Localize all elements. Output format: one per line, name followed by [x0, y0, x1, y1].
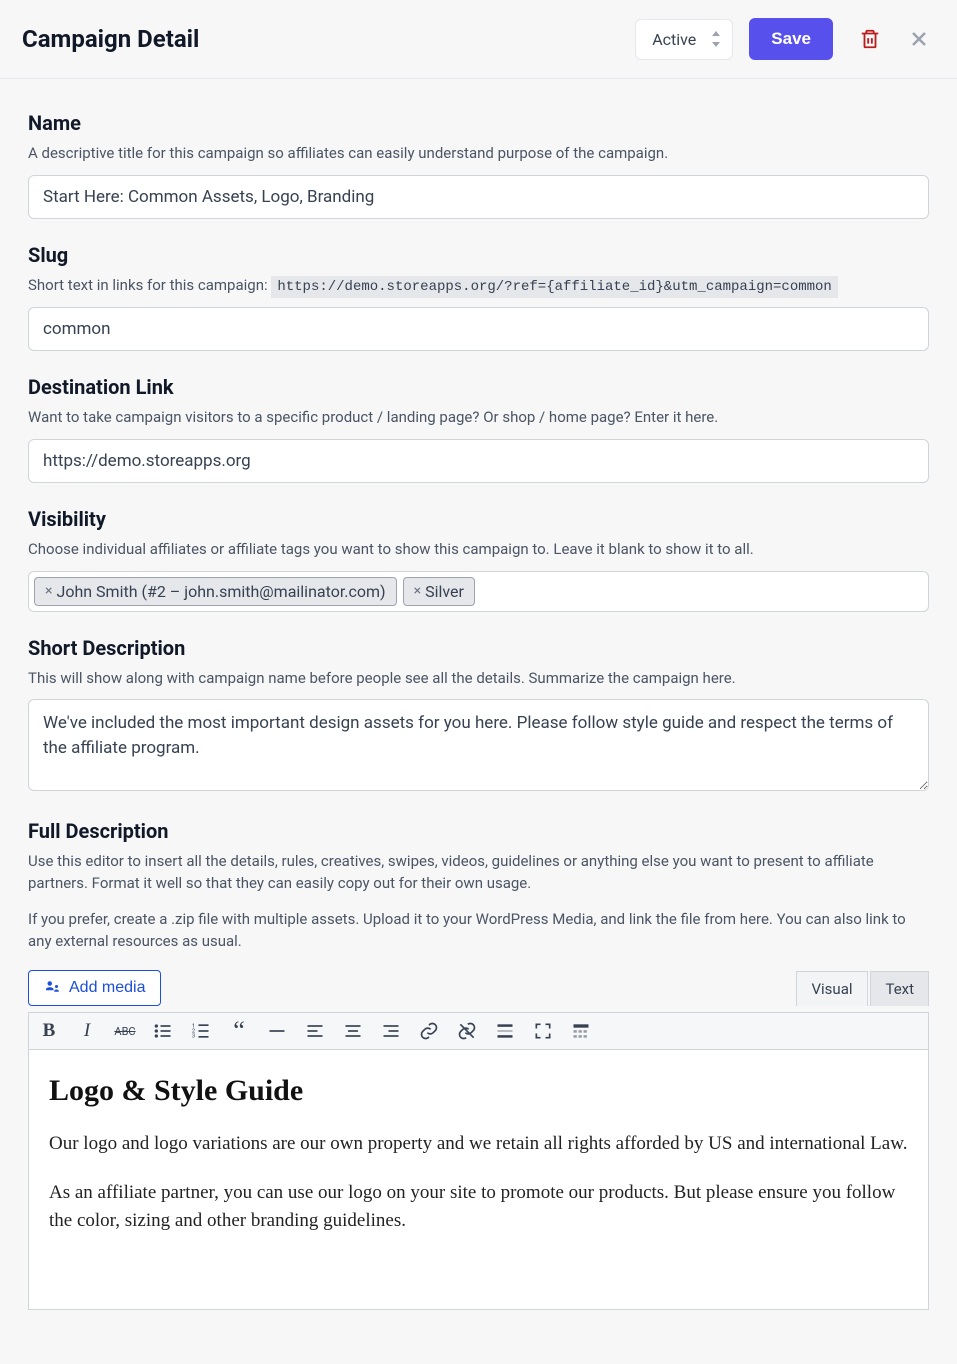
visibility-label: Visibility	[28, 507, 929, 531]
save-button[interactable]: Save	[749, 18, 833, 60]
section-short-description: Short Description This will show along w…	[28, 636, 929, 796]
strikethrough-icon[interactable]: ABC	[113, 1019, 137, 1043]
status-value: Active	[652, 30, 696, 49]
readmore-icon[interactable]	[493, 1019, 517, 1043]
tab-visual[interactable]: Visual	[796, 971, 867, 1006]
section-destination: Destination Link Want to take campaign v…	[28, 375, 929, 483]
content-paragraph: Our logo and logo variations are our own…	[49, 1130, 908, 1159]
add-media-button[interactable]: Add media	[28, 970, 161, 1006]
name-input[interactable]	[28, 175, 929, 219]
delete-button[interactable]	[855, 24, 903, 54]
header-bar: Campaign Detail Active Save	[0, 0, 957, 79]
media-icon	[43, 979, 61, 997]
tag-label: Silver	[425, 582, 464, 601]
italic-icon[interactable]: I	[75, 1019, 99, 1043]
link-icon[interactable]	[417, 1019, 441, 1043]
shortdesc-help: This will show along with campaign name …	[28, 668, 929, 690]
slug-help: Short text in links for this campaign: h…	[28, 275, 929, 297]
page-title: Campaign Detail	[22, 25, 635, 53]
visibility-taginput[interactable]: × John Smith (#2 – john.smith@mailinator…	[28, 571, 929, 612]
shortdesc-label: Short Description	[28, 636, 929, 660]
select-sort-icon	[710, 31, 722, 47]
close-button[interactable]	[903, 23, 935, 55]
fulldesc-help2: If you prefer, create a .zip file with m…	[28, 909, 929, 953]
align-center-icon[interactable]	[341, 1019, 365, 1043]
slug-help-text: Short text in links for this campaign:	[28, 276, 271, 294]
slug-example-url: https://demo.storeapps.org/?ref={affilia…	[271, 276, 838, 298]
toolbar-toggle-icon[interactable]	[569, 1019, 593, 1043]
visibility-help: Choose individual affiliates or affiliat…	[28, 539, 929, 561]
destination-help: Want to take campaign visitors to a spec…	[28, 407, 929, 429]
fulldesc-label: Full Description	[28, 819, 929, 843]
align-right-icon[interactable]	[379, 1019, 403, 1043]
hr-icon[interactable]	[265, 1019, 289, 1043]
editor-tabs: Visual Text	[797, 971, 929, 1006]
visibility-tag: × Silver	[403, 577, 475, 606]
fulldesc-help1: Use this editor to insert all the detail…	[28, 851, 929, 895]
section-name: Name A descriptive title for this campai…	[28, 111, 929, 219]
bold-icon[interactable]: B	[37, 1019, 61, 1043]
section-full-description: Full Description Use this editor to inse…	[28, 819, 929, 1310]
content-paragraph: As an affiliate partner, you can use our…	[49, 1179, 908, 1236]
section-visibility: Visibility Choose individual affiliates …	[28, 507, 929, 612]
slug-input[interactable]	[28, 307, 929, 351]
tag-label: John Smith (#2 – john.smith@mailinator.c…	[56, 582, 385, 601]
numbered-list-icon[interactable]: 123	[189, 1019, 213, 1043]
add-media-label: Add media	[69, 979, 146, 997]
tab-text[interactable]: Text	[870, 971, 929, 1006]
close-icon	[907, 27, 931, 51]
tag-remove-icon[interactable]: ×	[45, 583, 52, 599]
unlink-icon[interactable]	[455, 1019, 479, 1043]
editor-toolbar: B I ABC 123 “	[28, 1012, 929, 1050]
trash-icon	[859, 28, 881, 50]
visibility-tag: × John Smith (#2 – john.smith@mailinator…	[34, 577, 397, 606]
fullscreen-icon[interactable]	[531, 1019, 555, 1043]
name-help: A descriptive title for this campaign so…	[28, 143, 929, 165]
name-label: Name	[28, 111, 929, 135]
bullet-list-icon[interactable]	[151, 1019, 175, 1043]
editor-content[interactable]: Logo & Style Guide Our logo and logo var…	[28, 1050, 929, 1310]
shortdesc-input[interactable]: We've included the most important design…	[28, 699, 929, 791]
slug-label: Slug	[28, 243, 929, 267]
quote-icon[interactable]: “	[227, 1019, 251, 1043]
content-heading: Logo & Style Guide	[49, 1074, 908, 1108]
svg-text:3: 3	[192, 1034, 195, 1040]
align-left-icon[interactable]	[303, 1019, 327, 1043]
destination-label: Destination Link	[28, 375, 929, 399]
destination-input[interactable]	[28, 439, 929, 483]
status-dropdown[interactable]: Active	[635, 19, 733, 60]
section-slug: Slug Short text in links for this campai…	[28, 243, 929, 351]
tag-remove-icon[interactable]: ×	[414, 583, 421, 599]
